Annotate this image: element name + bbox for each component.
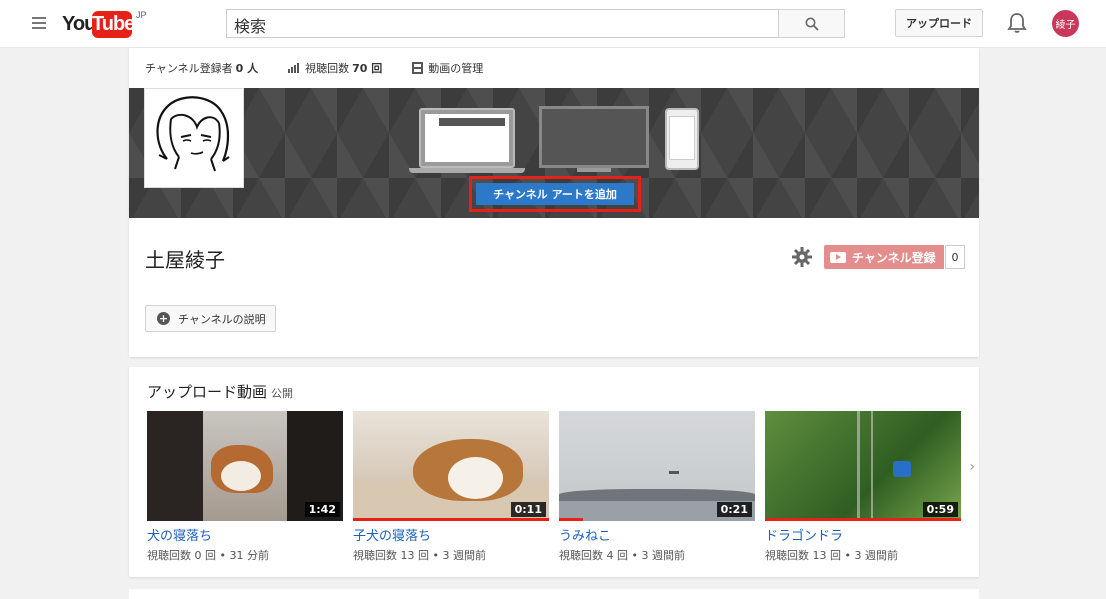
subscriber-count-label: チャンネル登録者 (145, 62, 233, 75)
video-meta: 視聴回数 0 回 • 31 分前 (147, 549, 269, 562)
gear-icon[interactable] (791, 246, 813, 272)
channel-stats: チャンネル登録者 0 人 視聴回数 70 回 動画の管理 (145, 60, 513, 76)
video-thumbnail[interactable]: 0:11 (353, 411, 549, 521)
watch-progress-bar (559, 518, 583, 521)
video-meta: 視聴回数 4 回 • 3 週間前 (559, 549, 685, 562)
search-input[interactable]: 検索 (226, 9, 779, 38)
video-thumbnail[interactable]: 0:59 (765, 411, 961, 521)
uploads-title: アップロード動画 (147, 383, 268, 401)
subscriber-count-value: 0 人 (235, 62, 259, 75)
view-count[interactable]: 視聴回数 70 回 (288, 60, 382, 76)
upload-button[interactable]: アップロード (895, 9, 983, 37)
video-duration: 0:21 (716, 502, 752, 517)
channel-name: 土屋綾子 (145, 248, 225, 272)
video-duration: 0:59 (922, 502, 958, 517)
video-item[interactable]: 0:21 うみねこ 視聴回数 4 回 • 3 週間前 (559, 411, 755, 563)
view-count-label: 視聴回数 (305, 62, 350, 75)
channel-description-label: チャンネルの説明 (178, 312, 266, 326)
uploads-visibility: 公開 (271, 387, 294, 400)
masthead: You Tube JP 検索 アップロード 綾子 (0, 0, 1106, 48)
chevron-right-icon[interactable]: › (969, 459, 975, 475)
subscribe-label: チャンネル登録 (852, 250, 936, 265)
uploads-shelf: アップロード動画 公開 1:42 犬の寝落ち 視聴回数 0 回 • 31 分前 0 (129, 367, 979, 577)
channel-profile-picture[interactable] (144, 88, 244, 188)
laptop-base (409, 168, 525, 173)
uploads-heading[interactable]: アップロード動画 公開 (147, 381, 293, 402)
logo-you-text: You (62, 13, 96, 35)
video-manager-link[interactable]: 動画の管理 (412, 60, 483, 76)
film-icon (412, 62, 424, 74)
phone-preview-image (665, 108, 699, 170)
menu-icon[interactable] (32, 17, 46, 29)
logo-tube-text: Tube (92, 11, 135, 38)
logo-region: JP (136, 10, 147, 20)
channel-banner: チャンネル アートを追加 (129, 88, 979, 218)
video-item[interactable]: 1:42 犬の寝落ち 視聴回数 0 回 • 31 分前 (147, 411, 343, 563)
add-channel-art-button[interactable]: チャンネル アートを追加 (476, 183, 634, 205)
channel-description-button[interactable]: + チャンネルの説明 (145, 305, 276, 332)
notifications-bell-icon[interactable] (1007, 12, 1027, 38)
video-title[interactable]: うみねこ (559, 525, 755, 544)
tv-stand (577, 168, 611, 172)
subscribe-button[interactable]: チャンネル登録 (824, 245, 944, 269)
channel-header-card: チャンネル登録者 0 人 視聴回数 70 回 動画の管理 チャンネル アートを追… (129, 48, 979, 357)
video-duration: 0:11 (510, 502, 546, 517)
avatar[interactable]: 綾子 (1052, 10, 1079, 37)
video-meta: 視聴回数 13 回 • 3 週間前 (765, 549, 898, 562)
subscriber-count-badge: 0 (945, 245, 965, 269)
video-duration: 1:42 (304, 502, 340, 517)
video-item[interactable]: 0:11 子犬の寝落ち 視聴回数 13 回 • 3 週間前 (353, 411, 549, 563)
video-title[interactable]: 犬の寝落ち (147, 525, 343, 544)
tv-preview-image (539, 106, 649, 168)
video-title[interactable]: ドラゴンドラ (765, 525, 961, 544)
video-thumbnail[interactable]: 0:21 (559, 411, 755, 521)
watch-progress-bar (765, 518, 961, 521)
profile-drawing-image (156, 96, 230, 172)
search-button[interactable] (778, 9, 845, 38)
youtube-play-icon (830, 251, 846, 263)
bar-chart-icon (288, 63, 300, 73)
add-channel-art-highlight: チャンネル アートを追加 (469, 176, 641, 212)
laptop-preview-image (419, 108, 515, 168)
view-count-value: 70 回 (352, 62, 383, 75)
watch-progress-bar (353, 518, 549, 521)
next-section-card (129, 589, 979, 599)
video-item[interactable]: 0:59 ドラゴンドラ 視聴回数 13 回 • 3 週間前 (765, 411, 961, 563)
search-icon (805, 17, 819, 31)
video-manager-label: 動画の管理 (428, 62, 484, 75)
video-title[interactable]: 子犬の寝落ち (353, 525, 549, 544)
video-meta: 視聴回数 13 回 • 3 週間前 (353, 549, 486, 562)
video-list: 1:42 犬の寝落ち 視聴回数 0 回 • 31 分前 0:11 子犬の寝落ち … (147, 411, 971, 563)
plus-icon: + (157, 312, 170, 325)
video-thumbnail[interactable]: 1:42 (147, 411, 343, 521)
subscriber-count[interactable]: チャンネル登録者 0 人 (145, 60, 258, 76)
